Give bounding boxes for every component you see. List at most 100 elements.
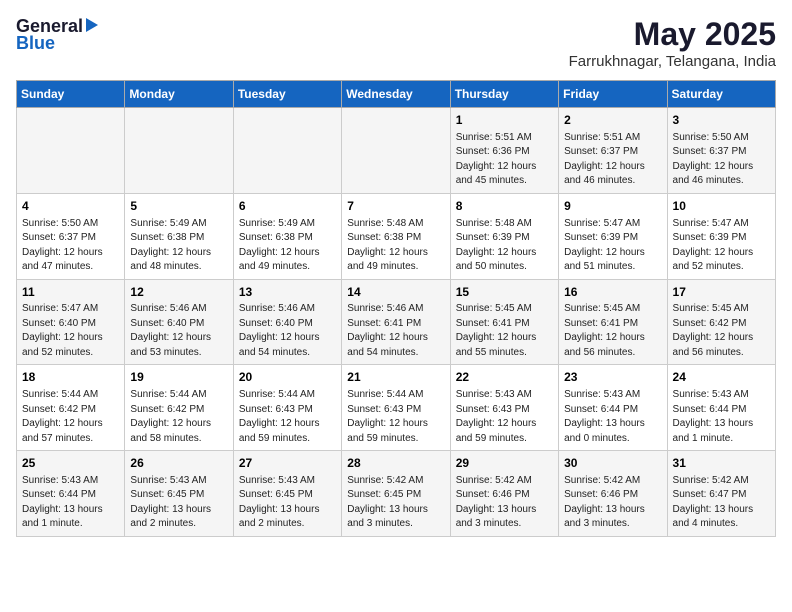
day-info: Sunrise: 5:44 AM Sunset: 6:43 PM Dayligh… [347,388,444,446]
calendar-day-cell: 14Sunrise: 5:46 AM Sunset: 6:41 PM Dayli… [342,279,450,365]
calendar-day-cell: 1 Sunrise: 5:51 AM Sunset: 6:36 PM Daylig… [450,108,558,194]
day-info: Sunrise: 5:42 AM Sunset: 6:45 PM Dayligh… [347,474,444,532]
weekday-header-cell: Tuesday [233,81,341,108]
day-info: Sunrise: 5:48 AM Sunset: 6:39 PM Dayligh… [456,217,553,275]
calendar-day-cell: 9 Sunrise: 5:47 AM Sunset: 6:39 PM Daylig… [559,193,667,279]
calendar-day-cell: 18 Sunrise: 5:44 AM Sunset: 6:42 PM Dayli… [17,365,125,451]
calendar-day-cell [125,108,233,194]
day-number: 17 [673,284,770,301]
day-number: 15 [456,284,553,301]
day-number: 8 [456,198,553,215]
day-number: 14 [347,284,444,301]
calendar-day-cell: 15Sunrise: 5:45 AM Sunset: 6:41 PM Dayli… [450,279,558,365]
day-number: 3 [673,112,770,129]
day-number: 16 [564,284,661,301]
calendar-day-cell: 26Sunrise: 5:43 AM Sunset: 6:45 PM Dayli… [125,451,233,537]
day-info: Sunrise: 5:51 AM Sunset: 6:36 PM Dayligh… [456,131,553,189]
day-info: Sunrise: 5:43 AM Sunset: 6:43 PM Dayligh… [456,388,553,446]
calendar-day-cell [342,108,450,194]
day-number: 30 [564,455,661,472]
day-number: 24 [673,369,770,386]
calendar-day-cell: 21 Sunrise: 5:44 AM Sunset: 6:43 PM Dayli… [342,365,450,451]
calendar-day-cell: 16Sunrise: 5:45 AM Sunset: 6:41 PM Dayli… [559,279,667,365]
calendar-day-cell: 5 Sunrise: 5:49 AM Sunset: 6:38 PM Daylig… [125,193,233,279]
day-info: Sunrise: 5:46 AM Sunset: 6:41 PM Dayligh… [347,302,444,360]
calendar-day-cell: 31 Sunrise: 5:42 AM Sunset: 6:47 PM Dayli… [667,451,775,537]
calendar-day-cell: 13Sunrise: 5:46 AM Sunset: 6:40 PM Dayli… [233,279,341,365]
day-info: Sunrise: 5:47 AM Sunset: 6:40 PM Dayligh… [22,302,119,360]
logo: General Blue [16,16,98,54]
day-number: 18 [22,369,119,386]
calendar-day-cell: 3 Sunrise: 5:50 AM Sunset: 6:37 PM Daylig… [667,108,775,194]
day-number: 5 [130,198,227,215]
day-info: Sunrise: 5:44 AM Sunset: 6:42 PM Dayligh… [22,388,119,446]
day-info: Sunrise: 5:43 AM Sunset: 6:44 PM Dayligh… [673,388,770,446]
day-info: Sunrise: 5:50 AM Sunset: 6:37 PM Dayligh… [673,131,770,189]
day-info: Sunrise: 5:48 AM Sunset: 6:38 PM Dayligh… [347,217,444,275]
calendar-day-cell: 29Sunrise: 5:42 AM Sunset: 6:46 PM Dayli… [450,451,558,537]
calendar-day-cell: 10 Sunrise: 5:47 AM Sunset: 6:39 PM Dayli… [667,193,775,279]
calendar-week-row: 4 Sunrise: 5:50 AM Sunset: 6:37 PM Daylig… [17,193,776,279]
day-info: Sunrise: 5:49 AM Sunset: 6:38 PM Dayligh… [130,217,227,275]
day-info: Sunrise: 5:50 AM Sunset: 6:37 PM Dayligh… [22,217,119,275]
calendar-day-cell [17,108,125,194]
day-number: 23 [564,369,661,386]
calendar-title: May 2025 [569,16,776,53]
day-info: Sunrise: 5:47 AM Sunset: 6:39 PM Dayligh… [564,217,661,275]
calendar-day-cell: 22 Sunrise: 5:43 AM Sunset: 6:43 PM Dayli… [450,365,558,451]
day-number: 11 [22,284,119,301]
calendar-day-cell: 8 Sunrise: 5:48 AM Sunset: 6:39 PM Daylig… [450,193,558,279]
calendar-day-cell: 25Sunrise: 5:43 AM Sunset: 6:44 PM Dayli… [17,451,125,537]
weekday-header-cell: Thursday [450,81,558,108]
calendar-week-row: 25Sunrise: 5:43 AM Sunset: 6:44 PM Dayli… [17,451,776,537]
day-info: Sunrise: 5:45 AM Sunset: 6:41 PM Dayligh… [456,302,553,360]
weekday-header-cell: Friday [559,81,667,108]
day-number: 29 [456,455,553,472]
calendar-day-cell: 28 Sunrise: 5:42 AM Sunset: 6:45 PM Dayli… [342,451,450,537]
day-info: Sunrise: 5:42 AM Sunset: 6:46 PM Dayligh… [564,474,661,532]
weekday-header-cell: Wednesday [342,81,450,108]
day-info: Sunrise: 5:42 AM Sunset: 6:47 PM Dayligh… [673,474,770,532]
page-header: General Blue May 2025 Farrukhnagar, Tela… [16,16,776,70]
day-number: 25 [22,455,119,472]
calendar-day-cell: 2 Sunrise: 5:51 AM Sunset: 6:37 PM Daylig… [559,108,667,194]
logo-blue-text: Blue [16,33,55,54]
day-number: 28 [347,455,444,472]
calendar-week-row: 1 Sunrise: 5:51 AM Sunset: 6:36 PM Daylig… [17,108,776,194]
calendar-day-cell: 4 Sunrise: 5:50 AM Sunset: 6:37 PM Daylig… [17,193,125,279]
day-number: 13 [239,284,336,301]
day-info: Sunrise: 5:49 AM Sunset: 6:38 PM Dayligh… [239,217,336,275]
day-number: 7 [347,198,444,215]
calendar-day-cell: 27Sunrise: 5:43 AM Sunset: 6:45 PM Dayli… [233,451,341,537]
day-info: Sunrise: 5:45 AM Sunset: 6:41 PM Dayligh… [564,302,661,360]
calendar-week-row: 11Sunrise: 5:47 AM Sunset: 6:40 PM Dayli… [17,279,776,365]
day-info: Sunrise: 5:44 AM Sunset: 6:43 PM Dayligh… [239,388,336,446]
day-info: Sunrise: 5:44 AM Sunset: 6:42 PM Dayligh… [130,388,227,446]
day-info: Sunrise: 5:47 AM Sunset: 6:39 PM Dayligh… [673,217,770,275]
day-number: 22 [456,369,553,386]
day-info: Sunrise: 5:51 AM Sunset: 6:37 PM Dayligh… [564,131,661,189]
calendar-day-cell: 17Sunrise: 5:45 AM Sunset: 6:42 PM Dayli… [667,279,775,365]
weekday-header-cell: Monday [125,81,233,108]
calendar-week-row: 18 Sunrise: 5:44 AM Sunset: 6:42 PM Dayli… [17,365,776,451]
day-number: 21 [347,369,444,386]
day-number: 31 [673,455,770,472]
calendar-table: SundayMondayTuesdayWednesdayThursdayFrid… [16,80,776,537]
day-number: 9 [564,198,661,215]
day-number: 2 [564,112,661,129]
day-number: 1 [456,112,553,129]
day-number: 4 [22,198,119,215]
title-block: May 2025 Farrukhnagar, Telangana, India [569,16,776,70]
day-number: 12 [130,284,227,301]
calendar-day-cell: 7 Sunrise: 5:48 AM Sunset: 6:38 PM Daylig… [342,193,450,279]
day-number: 19 [130,369,227,386]
day-number: 10 [673,198,770,215]
calendar-day-cell: 11Sunrise: 5:47 AM Sunset: 6:40 PM Dayli… [17,279,125,365]
day-info: Sunrise: 5:43 AM Sunset: 6:44 PM Dayligh… [564,388,661,446]
day-number: 26 [130,455,227,472]
calendar-day-cell: 6Sunrise: 5:49 AM Sunset: 6:38 PM Daylig… [233,193,341,279]
weekday-header-row: SundayMondayTuesdayWednesdayThursdayFrid… [17,81,776,108]
weekday-header-cell: Sunday [17,81,125,108]
day-number: 20 [239,369,336,386]
calendar-day-cell: 19 Sunrise: 5:44 AM Sunset: 6:42 PM Dayli… [125,365,233,451]
